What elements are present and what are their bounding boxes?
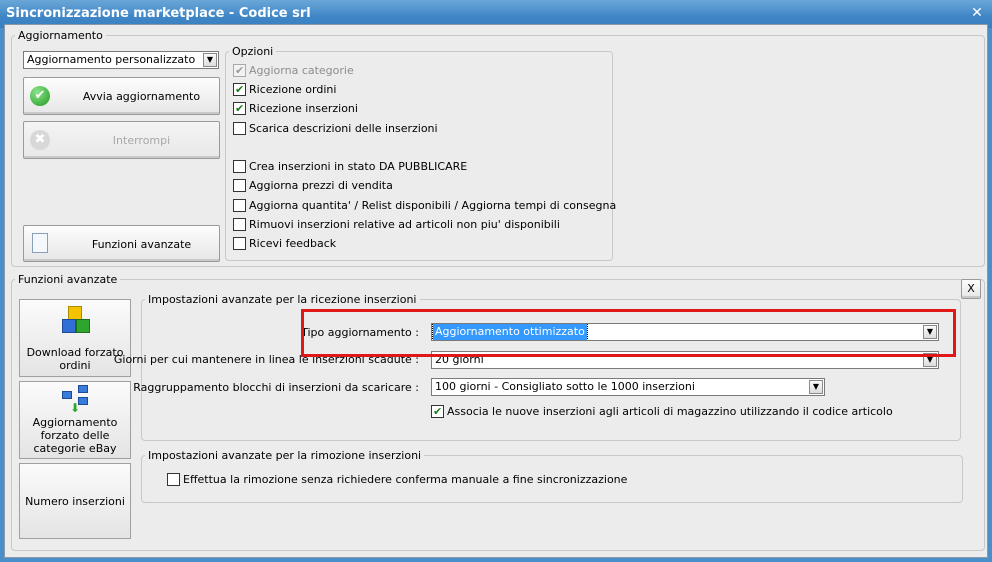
aggiornamento-legend: Aggiornamento	[18, 29, 103, 42]
associa-checkbox-row[interactable]: Associa le nuove inserzioni agli articol…	[431, 405, 893, 419]
check-icon: ✔	[30, 86, 50, 106]
checkbox[interactable]	[233, 102, 246, 115]
option-label: Scarica descrizioni delle inserzioni	[249, 122, 438, 135]
checkbox[interactable]	[233, 199, 246, 212]
option-label: Aggiorna quantita' / Relist disponibili …	[249, 199, 617, 212]
update-ebay-line-2: forzato delle	[40, 429, 110, 442]
funzioni-avanzate-legend: Funzioni avanzate	[18, 273, 118, 286]
document-gear-icon	[32, 233, 48, 253]
option-crea-inserzioni[interactable]: Crea inserzioni in stato DA PUBBLICARE	[233, 160, 467, 174]
start-update-label: Avvia aggiornamento	[82, 90, 201, 103]
option-aggiorna-quantita[interactable]: Aggiorna quantita' / Relist disponibili …	[233, 199, 616, 213]
hierarchy-icon: ⬇	[62, 385, 92, 415]
chevron-down-icon[interactable]: ▼	[923, 325, 937, 339]
option-aggiorna-categorie[interactable]: Aggiorna categorie	[233, 64, 354, 78]
option-label: Ricevi feedback	[249, 237, 337, 250]
giorni-label: Giorni per cui mantenere in linea le ins…	[113, 353, 419, 366]
opzioni-legend: Opzioni	[232, 45, 274, 58]
close-advanced-button[interactable]: X	[961, 279, 981, 299]
effettua-label: Effettua la rimozione senza richiedere c…	[183, 473, 628, 486]
option-rimuovi-inserzioni[interactable]: Rimuovi inserzioni relative ad articoli …	[233, 218, 560, 232]
stop-update-label: Interrompi	[112, 134, 171, 147]
update-ebay-line-1: Aggiornamento	[32, 416, 118, 429]
chevron-down-icon[interactable]: ▼	[203, 53, 217, 67]
update-mode-value: Aggiornamento personalizzato	[27, 53, 196, 66]
advanced-functions-button[interactable]: Funzioni avanzate	[23, 225, 220, 262]
window-title: Sincronizzazione marketplace - Codice sr…	[6, 6, 311, 21]
rimozione-legend: Impostazioni avanzate per la rimozione i…	[148, 449, 422, 462]
update-ebay-line-3: categorie eBay	[33, 442, 117, 455]
checkbox[interactable]	[167, 473, 180, 486]
start-update-button[interactable]: ✔ Avvia aggiornamento	[23, 77, 220, 115]
checkbox[interactable]	[233, 179, 246, 192]
giorni-select[interactable]: 20 giorni ▼	[431, 351, 939, 369]
tipo-aggiornamento-value: Aggiornamento ottimizzato	[432, 324, 588, 340]
checkbox[interactable]	[233, 237, 246, 250]
chevron-down-icon[interactable]: ▼	[809, 380, 823, 394]
option-label: Crea inserzioni in stato DA PUBBLICARE	[249, 160, 468, 173]
advanced-functions-label: Funzioni avanzate	[91, 238, 192, 251]
update-mode-select[interactable]: Aggiornamento personalizzato ▼	[23, 51, 219, 69]
checkbox[interactable]	[233, 160, 246, 173]
checkbox[interactable]	[431, 405, 444, 418]
checkbox[interactable]	[233, 218, 246, 231]
option-aggiorna-prezzi[interactable]: Aggiorna prezzi di vendita	[233, 179, 393, 193]
option-label: Aggiorna categorie	[249, 64, 354, 77]
option-ricezione-inserzioni[interactable]: Ricezione inserzioni	[233, 102, 358, 116]
close-icon[interactable]: ✕	[968, 5, 986, 21]
cubes-icon	[62, 306, 92, 336]
option-scarica-descrizioni[interactable]: Scarica descrizioni delle inserzioni	[233, 122, 438, 136]
listing-count-button[interactable]: Numero inserzioni	[19, 463, 131, 539]
raggruppamento-value: 100 giorni - Consigliato sotto le 1000 i…	[435, 380, 695, 393]
option-ricezione-ordini[interactable]: Ricezione ordini	[233, 83, 336, 97]
checkbox[interactable]	[233, 64, 246, 77]
chevron-down-icon[interactable]: ▼	[923, 353, 937, 367]
associa-label: Associa le nuove inserzioni agli articol…	[447, 405, 893, 418]
option-label: Ricezione ordini	[249, 83, 337, 96]
stop-update-button[interactable]: ✖ Interrompi	[23, 121, 220, 159]
window-client: Aggiornamento Aggiornamento personalizza…	[4, 24, 988, 558]
raggruppamento-select[interactable]: 100 giorni - Consigliato sotto le 1000 i…	[431, 378, 825, 396]
effettua-checkbox-row[interactable]: Effettua la rimozione senza richiedere c…	[167, 473, 627, 487]
option-label: Ricezione inserzioni	[249, 102, 358, 115]
option-label: Aggiorna prezzi di vendita	[249, 179, 393, 192]
tipo-aggiornamento-label: Tipo aggiornamento :	[301, 326, 419, 339]
checkbox[interactable]	[233, 122, 246, 135]
option-ricevi-feedback[interactable]: Ricevi feedback	[233, 237, 336, 251]
checkbox[interactable]	[233, 83, 246, 96]
tipo-aggiornamento-select[interactable]: Aggiornamento ottimizzato ▼	[431, 323, 939, 341]
raggruppamento-label: Raggruppamento blocchi di inserzioni da …	[133, 381, 419, 394]
option-label: Rimuovi inserzioni relative ad articoli …	[249, 218, 560, 231]
gear-icon: ✖	[30, 130, 50, 150]
ricezione-legend: Impostazioni avanzate per la ricezione i…	[148, 293, 417, 306]
update-ebay-categories-button[interactable]: ⬇ Aggiornamento forzato delle categorie …	[19, 381, 131, 459]
listing-count-label: Numero inserzioni	[25, 495, 125, 508]
giorni-value: 20 giorni	[435, 353, 484, 366]
